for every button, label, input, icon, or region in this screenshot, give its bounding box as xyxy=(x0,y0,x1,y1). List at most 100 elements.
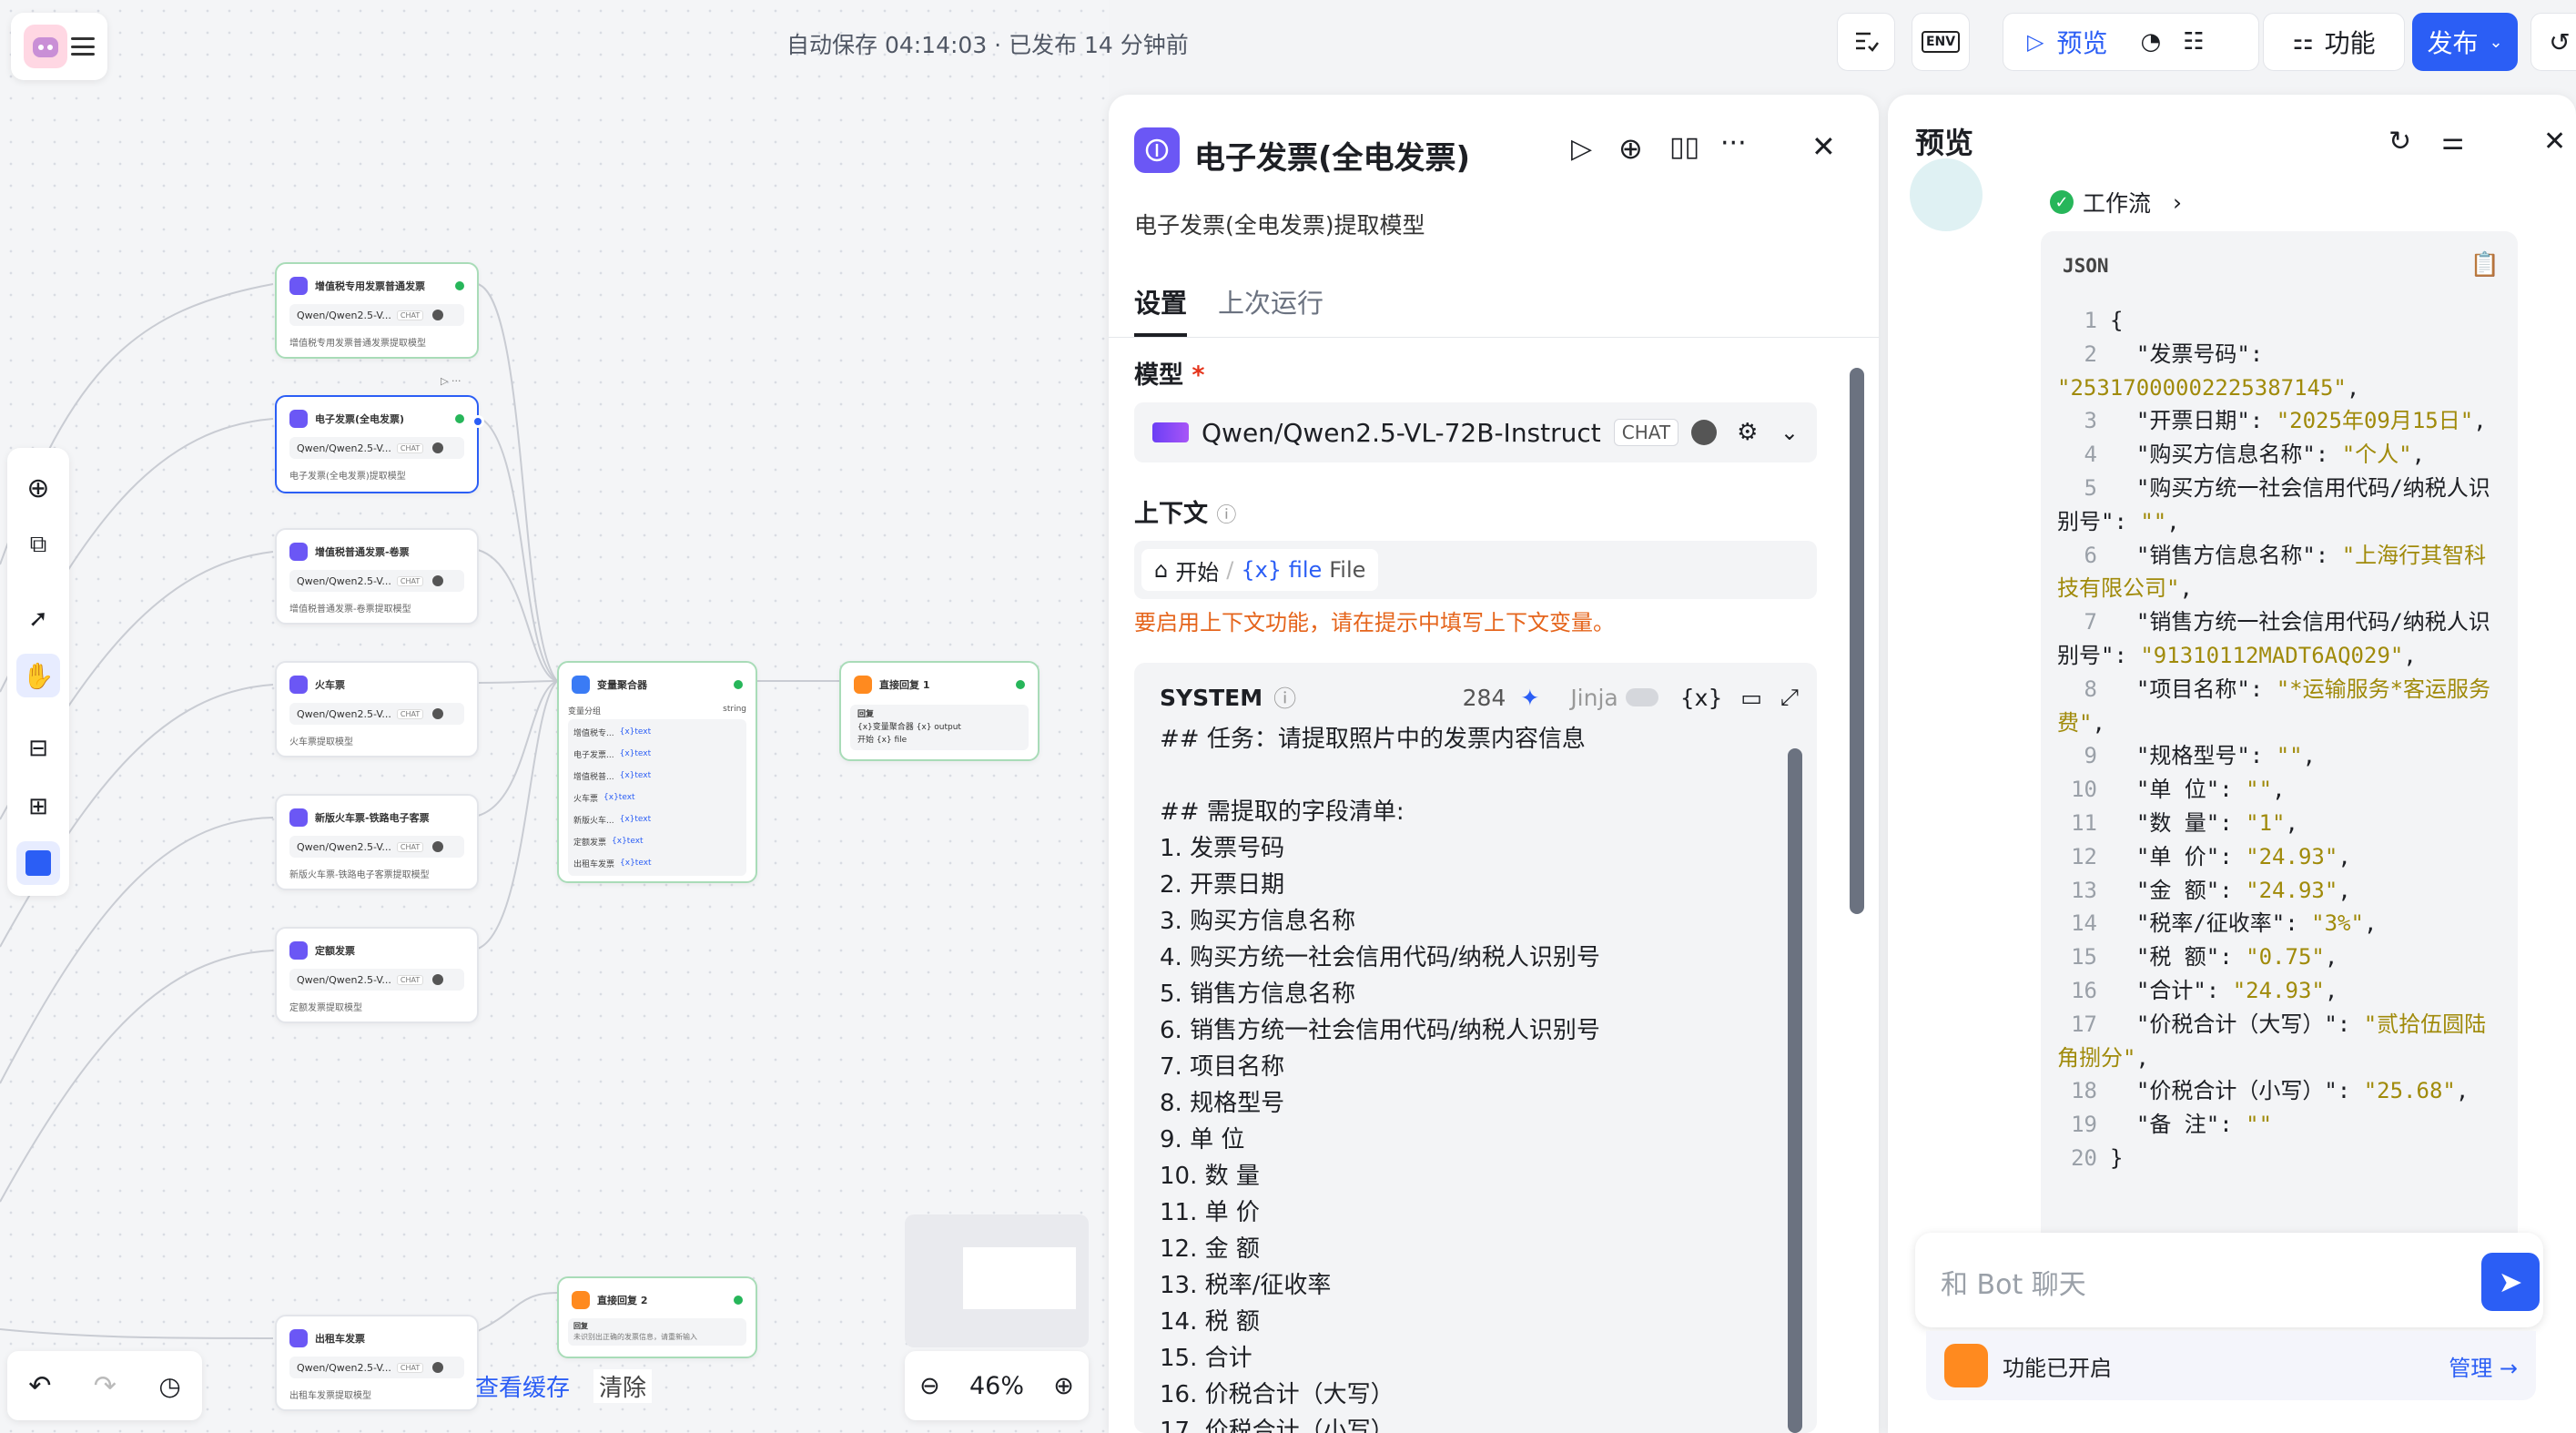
list-item: 定额发票 {x}text xyxy=(573,837,644,848)
vision-icon xyxy=(432,575,444,586)
node-taxi-invoice[interactable]: 出租车发票 Qwen/Qwen2.5-V... CHAT 出租车发票提取模型 xyxy=(275,1315,479,1411)
output-handle[interactable] xyxy=(472,415,484,428)
node-title: 出租车发票 xyxy=(315,1333,365,1345)
run-icon[interactable]: ▷ xyxy=(1571,133,1592,165)
line-number: 14 xyxy=(2071,910,2097,937)
redo-icon[interactable]: ↷ xyxy=(94,1370,117,1402)
jinja-toggle[interactable] xyxy=(1625,688,1658,706)
tab-settings[interactable]: 设置 xyxy=(1134,282,1188,337)
app-logo-menu[interactable] xyxy=(11,13,107,80)
clipboard-icon[interactable]: ▭ xyxy=(1740,685,1762,711)
undo-icon[interactable]: ↶ xyxy=(28,1370,51,1402)
line-number: 19 xyxy=(2071,1112,2097,1138)
node-direct-reply-2[interactable]: 直接回复 2 回复 未识别出正确的发票信息，请重新输入 xyxy=(557,1276,757,1358)
menu-icon[interactable] xyxy=(71,37,95,56)
copy-icon[interactable]: 📋 xyxy=(2470,251,2500,279)
docs-icon[interactable]: ▯▯ xyxy=(1669,131,1699,163)
required-mark: * xyxy=(1192,361,1205,390)
close-icon[interactable]: ✕ xyxy=(1811,129,1836,164)
node-variable-aggregator[interactable]: 变量聚合器 变量分组 string 增值税专... {x}text 电子发票...… xyxy=(557,661,757,883)
node-vat-special-invoice[interactable]: 增值税专用发票普通发票 Qwen/Qwen2.5-V... CHAT 增值税专用发… xyxy=(275,262,479,359)
json-line: 18 "价税合计（小写）": "25.68", xyxy=(2057,1074,2505,1108)
version-history-button[interactable]: ↺ xyxy=(2530,13,2576,71)
variables-icon[interactable]: ⚌ xyxy=(2441,126,2464,156)
expand-icon[interactable]: ⤢ xyxy=(1780,684,1799,711)
history-icon[interactable]: ◷ xyxy=(158,1371,180,1401)
context-field[interactable]: ⌂ 开始 / {x} file File xyxy=(1134,541,1817,599)
sparkle-icon[interactable]: ✦ xyxy=(1520,685,1539,711)
minimap[interactable] xyxy=(905,1214,1089,1347)
reply-text: 未识别出正确的发票信息，请重新输入 xyxy=(573,1333,697,1341)
aggregator-rows: 增值税专... {x}text 电子发票... {x}text 增值税普... {x}… xyxy=(568,719,746,876)
view-cache-link[interactable]: 查看缓存 xyxy=(475,1369,570,1403)
model-label: 模型 xyxy=(1134,361,1183,390)
hand-mode-button[interactable]: ✋ xyxy=(16,654,60,697)
zoom-level[interactable]: 46% xyxy=(969,1372,1024,1400)
jinja-toggle-label: Jinja xyxy=(1570,684,1618,711)
checklist-panel-icon[interactable]: ☷ xyxy=(2183,28,2204,56)
checklist-button[interactable] xyxy=(1837,13,1895,71)
reply-var-2: 开始 {x} file xyxy=(857,736,908,745)
context-var: {x} file xyxy=(1241,557,1323,583)
clear-cache-button[interactable]: 清除 xyxy=(593,1369,653,1403)
send-button[interactable]: ➤ xyxy=(2481,1253,2540,1311)
manage-link[interactable]: 管理 → xyxy=(2449,1350,2518,1382)
context-variable-chip[interactable]: ⌂ 开始 / {x} file File xyxy=(1141,549,1379,591)
add-note-button[interactable]: ⧉ xyxy=(16,523,60,566)
system-prompt-editor[interactable]: SYSTEM ⓘ 284 ✦ Jinja {x} ▭ ⤢ ## 任务：请提取照片… xyxy=(1134,663,1817,1433)
chat-input[interactable]: 和 Bot 聊天 ➤ xyxy=(1915,1233,2543,1327)
play-icon: ▷ xyxy=(2027,29,2044,55)
help-icon[interactable]: ⓘ xyxy=(1216,504,1236,527)
editor-scrollbar-thumb[interactable] xyxy=(1788,748,1802,1433)
node-title: 增值税普通发票-卷票 xyxy=(315,546,410,558)
node-train-ticket[interactable]: 火车票 Qwen/Qwen2.5-V... CHAT 火车票提取模型 xyxy=(275,661,479,757)
panel-scrollbar-thumb[interactable] xyxy=(1850,368,1864,914)
line-number: 10 xyxy=(2071,777,2097,803)
node-direct-reply-1[interactable]: 直接回复 1 回复 {x}变量聚合器 {x} output 开始 {x} fil… xyxy=(839,661,1040,761)
line-number: 11 xyxy=(2071,809,2097,836)
pointer-mode-button[interactable]: ➚ xyxy=(16,597,60,641)
prompt-line: ## 需提取的字段清单: xyxy=(1160,798,1405,826)
restart-icon[interactable]: ↻ xyxy=(2388,126,2411,158)
tab-last-run[interactable]: 上次运行 xyxy=(1218,282,1323,337)
zoom-out-icon[interactable]: ⊖ xyxy=(919,1372,940,1400)
chevron-down-icon[interactable]: ⌄ xyxy=(1780,420,1799,445)
panel-description[interactable]: 电子发票(全电发票)提取模型 xyxy=(1134,208,1425,240)
panel-title[interactable]: 电子发票(全电发票) xyxy=(1194,133,1470,178)
zoom-in-icon[interactable]: ⊕ xyxy=(1053,1372,1074,1400)
prompt-line: 14. 税 额 xyxy=(1160,1308,1260,1336)
prompt-line: 5. 销售方信息名称 xyxy=(1160,981,1356,1008)
system-prompt-text[interactable]: ## 任务：请提取照片中的发票内容信息 ## 需提取的字段清单: 1. 发票号码 2… xyxy=(1160,721,1762,1433)
insert-variable-button[interactable]: {x} xyxy=(1680,685,1723,711)
node-toolbar[interactable]: ▷ ··· xyxy=(441,375,461,387)
more-icon[interactable]: ··· xyxy=(1720,127,1747,159)
node-fixed-invoice[interactable]: 定额发票 Qwen/Qwen2.5-V... CHAT 定额发票提取模型 xyxy=(275,927,479,1023)
history-run-icon[interactable]: ◔ xyxy=(2140,28,2161,56)
export-image-button[interactable]: ⊟ xyxy=(16,727,60,770)
workflow-status[interactable]: ✓ 工作流 › xyxy=(2050,186,2182,219)
workflow-canvas[interactable]: 增值税专用发票普通发票 Qwen/Qwen2.5-V... CHAT 增值税专用发… xyxy=(0,0,1109,1433)
llm-node-icon xyxy=(289,808,308,827)
env-button[interactable]: ENV xyxy=(1912,13,1970,71)
organize-nodes-button[interactable]: ⊞ xyxy=(16,785,60,828)
vision-icon xyxy=(432,974,444,985)
node-model: Qwen/Qwen2.5-V... CHAT xyxy=(289,969,464,991)
node-new-train-ticket[interactable]: 新版火车票-铁路电子客票 Qwen/Qwen2.5-V... CHAT 新版火车票… xyxy=(275,794,479,890)
preview-panel: 预览 ↻ ⚌ ✕ ✓ 工作流 › JSON 📋 1{2 "发票号码": "253… xyxy=(1888,95,2576,1433)
publish-button[interactable]: 发布 ⌄ xyxy=(2412,13,2518,71)
features-button[interactable]: ⚏ 功能 xyxy=(2263,13,2405,71)
model-params-icon[interactable]: ⚙ xyxy=(1737,419,1758,446)
help-icon[interactable]: ⓘ xyxy=(1273,681,1296,714)
locate-icon[interactable]: ⊕ xyxy=(1618,131,1643,166)
preview-button[interactable]: 预览 xyxy=(2056,24,2107,60)
vision-icon xyxy=(432,310,444,320)
add-node-button[interactable]: ⊕ xyxy=(16,466,60,510)
node-e-invoice[interactable]: 电子发票(全电发票) Qwen/Qwen2.5-V... CHAT 电子发票(全电… xyxy=(275,395,484,493)
close-icon[interactable]: ✕ xyxy=(2543,126,2566,158)
minimap-toggle-button[interactable] xyxy=(16,841,60,885)
node-vat-roll-invoice[interactable]: 增值税普通发票-卷票 Qwen/Qwen2.5-V... CHAT 增值税普通发票… xyxy=(275,528,479,625)
plus-circle-icon: ⊕ xyxy=(26,472,50,504)
preview-toolbar[interactable]: ▷ 预览 ◔ ☷ xyxy=(2003,13,2259,71)
undo-redo-controls: ↶ ↷ ◷ xyxy=(7,1351,202,1420)
model-selector[interactable]: Qwen/Qwen2.5-VL-72B-Instruct CHAT ⚙ ⌄ xyxy=(1134,402,1817,462)
